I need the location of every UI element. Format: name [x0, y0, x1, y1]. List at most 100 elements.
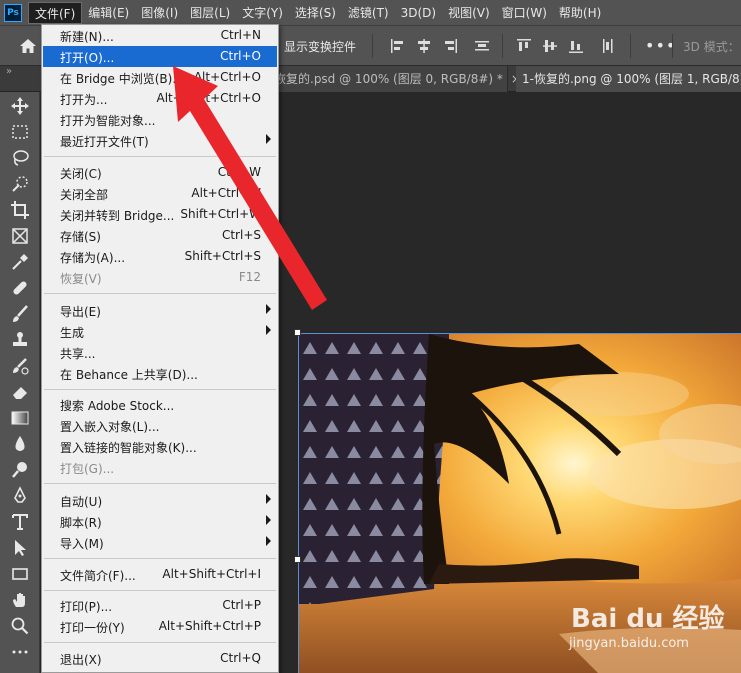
align-center-icon[interactable]	[416, 38, 432, 54]
pen-icon[interactable]	[10, 486, 30, 506]
dodge-icon[interactable]	[10, 460, 30, 480]
submenu-arrow-icon	[266, 134, 271, 144]
menu-type[interactable]: 文字(Y)	[236, 2, 289, 24]
menu-item-package: 打包(G)...	[60, 462, 115, 476]
menu-item-print-one-copy[interactable]: 打印一份(Y) Alt+Shift+Ctrl+P	[43, 616, 277, 637]
tab-label: 恢复的.psd @ 100% (图层 0, RGB/8#) *	[274, 72, 503, 86]
menu-edit[interactable]: 编辑(E)	[82, 2, 135, 24]
tab-document-png[interactable]: 1-恢复的.png @ 100% (图层 1, RGB/8) *	[516, 66, 741, 92]
panel-collapse-icon[interactable]: »	[6, 66, 12, 77]
menu-item-save-as[interactable]: 存储为(A)... Shift+Ctrl+S	[43, 246, 277, 267]
menu-item-recent-files[interactable]: 最近打开文件(T)	[43, 130, 277, 151]
options-separator	[630, 34, 631, 58]
menu-item-place-linked[interactable]: 置入链接的智能对象(K)...	[43, 436, 277, 457]
baidu-watermark: Bai du 经验 jingyan.baidu.com	[565, 598, 735, 658]
menu-item-new[interactable]: 新建(N)... Ctrl+N	[43, 25, 277, 46]
menu-separator	[44, 293, 276, 294]
menu-separator	[44, 590, 276, 591]
transform-handle-top-left[interactable]	[294, 329, 301, 336]
eyedropper-icon[interactable]	[10, 252, 30, 272]
baidu-logo: Bai du 经验	[571, 604, 725, 634]
menu-item-scripts[interactable]: 脚本(R)	[43, 511, 277, 532]
options-separator	[372, 34, 373, 58]
path-select-icon[interactable]	[10, 538, 30, 558]
transform-handle-left-middle[interactable]	[294, 556, 301, 563]
menu-item-close[interactable]: 关闭(C) Ctrl+W	[43, 162, 277, 183]
menu-window[interactable]: 窗口(W)	[496, 2, 553, 24]
menu-file[interactable]: 文件(F)	[28, 1, 83, 24]
menu-item-close-all[interactable]: 关闭全部 Alt+Ctrl+W	[43, 183, 277, 204]
clone-stamp-icon[interactable]	[10, 330, 30, 350]
eraser-icon[interactable]	[10, 382, 30, 402]
show-transform-controls-checkbox[interactable]: 显示变换控件	[284, 38, 356, 55]
home-icon[interactable]	[18, 36, 38, 56]
align-bottom-icon[interactable]	[568, 38, 584, 54]
photoshop-logo-icon: Ps	[4, 3, 22, 22]
zoom-icon[interactable]	[10, 616, 30, 636]
menu-help[interactable]: 帮助(H)	[553, 2, 607, 24]
submenu-arrow-icon	[266, 494, 271, 504]
history-brush-icon[interactable]	[10, 356, 30, 376]
3d-mode-label: 3D 模式：	[683, 40, 740, 54]
menu-separator	[44, 483, 276, 484]
tab-label: 1-恢复的.png @ 100% (图层 1, RGB/8) *	[522, 72, 741, 86]
submenu-arrow-icon	[266, 515, 271, 525]
align-left-icon[interactable]	[390, 38, 406, 54]
file-menu-dropdown: 新建(N)... Ctrl+N 打开(O)... Ctrl+O 在 Bridge 中…	[41, 24, 279, 673]
healing-brush-icon[interactable]	[10, 278, 30, 298]
menu-item-revert: 恢复(V) F12	[60, 270, 261, 286]
menu-3d[interactable]: 3D(D)	[395, 2, 442, 24]
menu-view[interactable]: 视图(V)	[442, 2, 496, 24]
menu-item-import[interactable]: 导入(M)	[43, 532, 277, 553]
lasso-icon[interactable]	[10, 148, 30, 168]
options-separator	[502, 34, 503, 58]
menu-item-exit[interactable]: 退出(X) Ctrl+Q	[43, 648, 277, 669]
type-icon[interactable]	[10, 512, 30, 532]
blur-icon[interactable]	[10, 434, 30, 454]
tab-document-psd[interactable]: 恢复的.psd @ 100% (图层 0, RGB/8#) *×	[268, 66, 521, 92]
rectangle-icon[interactable]	[10, 564, 30, 584]
brush-icon[interactable]	[10, 304, 30, 324]
menu-separator	[44, 389, 276, 390]
watermark-url: jingyan.baidu.com	[569, 636, 689, 651]
tools-panel	[0, 92, 40, 673]
distribute-horizontal-icon[interactable]	[600, 38, 616, 54]
menu-filter[interactable]: 滤镜(T)	[342, 2, 395, 24]
hand-icon[interactable]	[10, 590, 30, 610]
submenu-arrow-icon	[266, 325, 271, 335]
menu-select[interactable]: 选择(S)	[289, 2, 342, 24]
menu-item-open-smart-object[interactable]: 打开为智能对象...	[43, 109, 277, 130]
menu-item-browse-bridge[interactable]: 在 Bridge 中浏览(B)... Alt+Ctrl+O	[43, 67, 277, 88]
menu-item-share[interactable]: 共享...	[43, 342, 277, 363]
menu-item-close-go-bridge[interactable]: 关闭并转到 Bridge... Shift+Ctrl+W	[43, 204, 277, 225]
menu-item-save[interactable]: 存储(S) Ctrl+S	[43, 225, 277, 246]
menu-item-print[interactable]: 打印(P)... Ctrl+P	[43, 595, 277, 616]
submenu-arrow-icon	[266, 304, 271, 314]
options-separator	[672, 34, 673, 58]
menu-bar: Ps 文件(F) 编辑(E) 图像(I) 图层(L) 文字(Y) 选择(S) 滤…	[0, 0, 741, 26]
menu-item-automate[interactable]: 自动(U)	[43, 490, 277, 511]
quick-select-icon[interactable]	[10, 174, 30, 194]
menu-image[interactable]: 图像(I)	[135, 2, 184, 24]
gradient-icon[interactable]	[10, 408, 30, 428]
more-tools-icon[interactable]	[10, 642, 30, 662]
menu-item-export[interactable]: 导出(E)	[43, 300, 277, 321]
distribute-icon[interactable]	[474, 38, 490, 54]
align-top-icon[interactable]	[516, 38, 532, 54]
marquee-icon[interactable]	[10, 122, 30, 142]
menu-item-search-adobe-stock[interactable]: 搜索 Adobe Stock...	[43, 394, 277, 415]
crop-icon[interactable]	[10, 200, 30, 220]
menu-item-generate[interactable]: 生成	[43, 321, 277, 342]
menu-layer[interactable]: 图层(L)	[184, 2, 236, 24]
menu-item-open[interactable]: 打开(O)... Ctrl+O	[43, 46, 277, 67]
move-icon[interactable]	[10, 96, 30, 116]
align-right-icon[interactable]	[442, 38, 458, 54]
align-middle-icon[interactable]	[542, 38, 558, 54]
frame-icon[interactable]	[10, 226, 30, 246]
menu-separator	[44, 642, 276, 643]
menu-item-open-as[interactable]: 打开为... Alt+Shift+Ctrl+O	[43, 88, 277, 109]
menu-item-place-embedded[interactable]: 置入嵌入对象(L)...	[43, 415, 277, 436]
menu-item-file-info[interactable]: 文件简介(F)... Alt+Shift+Ctrl+I	[43, 564, 277, 585]
menu-separator	[44, 558, 276, 559]
menu-item-share-behance[interactable]: 在 Behance 上共享(D)...	[43, 363, 277, 384]
